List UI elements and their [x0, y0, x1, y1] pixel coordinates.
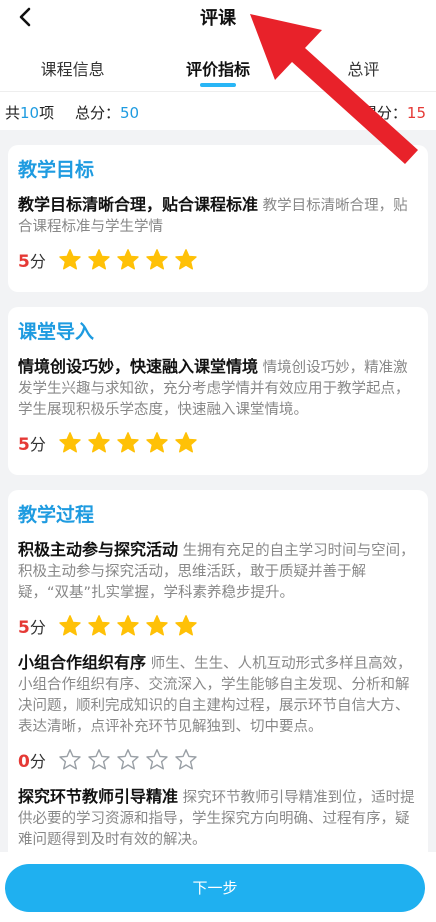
tab-label: 课程信息 [40, 60, 105, 79]
score-number: 0 [18, 752, 30, 772]
criterion-description: 探究环节教师引导精准 探究环节教师引导精准到位，适时提供必要的学习资源和指导，学… [18, 786, 416, 851]
score-number: 5 [18, 435, 30, 455]
count-prefix: 共 [5, 104, 21, 122]
star-rating[interactable] [58, 748, 203, 772]
criterion-score: 5分 [18, 248, 58, 272]
score-value: 15 [406, 104, 426, 122]
section-title: 教学目标 [18, 159, 95, 181]
section-card: 课堂导入 情境创设巧妙，快速融入课堂情境 情境创设巧妙，精准激发学生兴趣与求知欲… [8, 307, 428, 475]
count-value: 10 [20, 104, 40, 122]
criterion-heading: 教学目标清晰合理，贴合课程标准 [18, 195, 259, 214]
criterion-score: 5分 [18, 614, 58, 638]
score-unit: 分 [29, 252, 46, 271]
criterion-item: 探究环节教师引导精准 探究环节教师引导精准到位，适时提供必要的学习资源和指导，学… [18, 786, 416, 851]
star-filled-icon[interactable] [145, 614, 169, 638]
score-unit: 分 [29, 752, 46, 771]
total-score: 总分：50 [75, 102, 139, 123]
summary-bar: 共10项 总分：50 得分：15 [0, 92, 436, 130]
star-filled-icon[interactable] [87, 431, 111, 455]
star-outline-icon[interactable] [116, 748, 140, 772]
criteria-list[interactable]: 教学目标 教学目标清晰合理，贴合课程标准 教学目标清晰合理，贴合课程标准与学生学… [0, 130, 436, 852]
total-label: 总分： [75, 104, 121, 122]
criterion-description: 积极主动参与探究活动 生拥有充足的自主学习时间与空间，积极主动参与探究活动，思维… [18, 539, 416, 604]
star-filled-icon[interactable] [87, 248, 111, 272]
criterion-item: 教学目标清晰合理，贴合课程标准 教学目标清晰合理，贴合课程标准与学生学情 5分 [18, 194, 416, 272]
nav-bar: 评课 [0, 0, 436, 38]
star-rating[interactable] [58, 248, 203, 272]
tab-label: 总评 [347, 60, 380, 79]
star-filled-icon[interactable] [116, 248, 140, 272]
criterion-description: 小组合作组织有序 师生、生生、人机互动形式多样且高效，小组合作组织有序、交流深入… [18, 652, 416, 738]
criterion-score: 5分 [18, 431, 58, 455]
footer-bar: 下一步 [0, 852, 436, 922]
criterion-item: 小组合作组织有序 师生、生生、人机互动形式多样且高效，小组合作组织有序、交流深入… [18, 652, 416, 772]
criterion-heading: 小组合作组织有序 [18, 653, 147, 672]
item-count: 共10项 [5, 102, 54, 123]
count-suffix: 项 [39, 104, 55, 122]
tab-overall-review[interactable]: 总评 [291, 38, 436, 91]
score-number: 5 [18, 618, 30, 638]
score-number: 5 [18, 252, 30, 272]
section-card: 教学目标 教学目标清晰合理，贴合课程标准 教学目标清晰合理，贴合课程标准与学生学… [8, 145, 428, 292]
star-filled-icon[interactable] [116, 431, 140, 455]
section-title: 教学过程 [18, 504, 95, 526]
tab-label: 评价指标 [185, 60, 250, 79]
score-row: 5分 [18, 431, 416, 455]
criterion-item: 积极主动参与探究活动 生拥有充足的自主学习时间与空间，积极主动参与探究活动，思维… [18, 539, 416, 638]
star-filled-icon[interactable] [58, 248, 82, 272]
star-outline-icon[interactable] [87, 748, 111, 772]
tab-bar: 课程信息 评价指标 总评 [0, 38, 436, 92]
next-step-button[interactable]: 下一步 [5, 864, 425, 912]
criterion-description: 教学目标清晰合理，贴合课程标准 教学目标清晰合理，贴合课程标准与学生学情 [18, 194, 416, 238]
page-title: 评课 [200, 8, 236, 29]
star-filled-icon[interactable] [174, 248, 198, 272]
star-rating[interactable] [58, 614, 203, 638]
score-row: 5分 [18, 248, 416, 272]
star-filled-icon[interactable] [174, 431, 198, 455]
section-title: 课堂导入 [18, 321, 95, 343]
score-label: 得分： [361, 104, 407, 122]
tab-course-info[interactable]: 课程信息 [0, 38, 145, 91]
star-outline-icon[interactable] [58, 748, 82, 772]
score-row: 5分 [18, 614, 416, 638]
score-unit: 分 [29, 618, 46, 637]
earned-score: 得分：15 [362, 102, 426, 123]
star-filled-icon[interactable] [145, 431, 169, 455]
score-row: 0分 [18, 748, 416, 772]
criterion-heading: 情境创设巧妙，快速融入课堂情境 [18, 357, 259, 376]
section-card: 教学过程 积极主动参与探究活动 生拥有充足的自主学习时间与空间，积极主动参与探究… [8, 490, 428, 852]
criterion-item: 情境创设巧妙，快速融入课堂情境 情境创设巧妙，精准激发学生兴趣与求知欲，充分考虑… [18, 356, 416, 455]
tab-evaluation-index[interactable]: 评价指标 [145, 38, 290, 91]
star-filled-icon[interactable] [174, 614, 198, 638]
star-filled-icon[interactable] [145, 248, 169, 272]
star-outline-icon[interactable] [174, 748, 198, 772]
score-unit: 分 [29, 435, 46, 454]
criterion-heading: 积极主动参与探究活动 [18, 540, 179, 559]
star-filled-icon[interactable] [58, 614, 82, 638]
star-rating[interactable] [58, 431, 203, 455]
star-filled-icon[interactable] [58, 431, 82, 455]
star-outline-icon[interactable] [145, 748, 169, 772]
criterion-score: 0分 [18, 748, 58, 772]
criterion-heading: 探究环节教师引导精准 [18, 787, 179, 806]
criterion-description: 情境创设巧妙，快速融入课堂情境 情境创设巧妙，精准激发学生兴趣与求知欲，充分考虑… [18, 356, 416, 421]
total-value: 50 [120, 104, 140, 122]
star-filled-icon[interactable] [87, 614, 111, 638]
star-filled-icon[interactable] [116, 614, 140, 638]
active-tab-indicator [199, 83, 236, 87]
